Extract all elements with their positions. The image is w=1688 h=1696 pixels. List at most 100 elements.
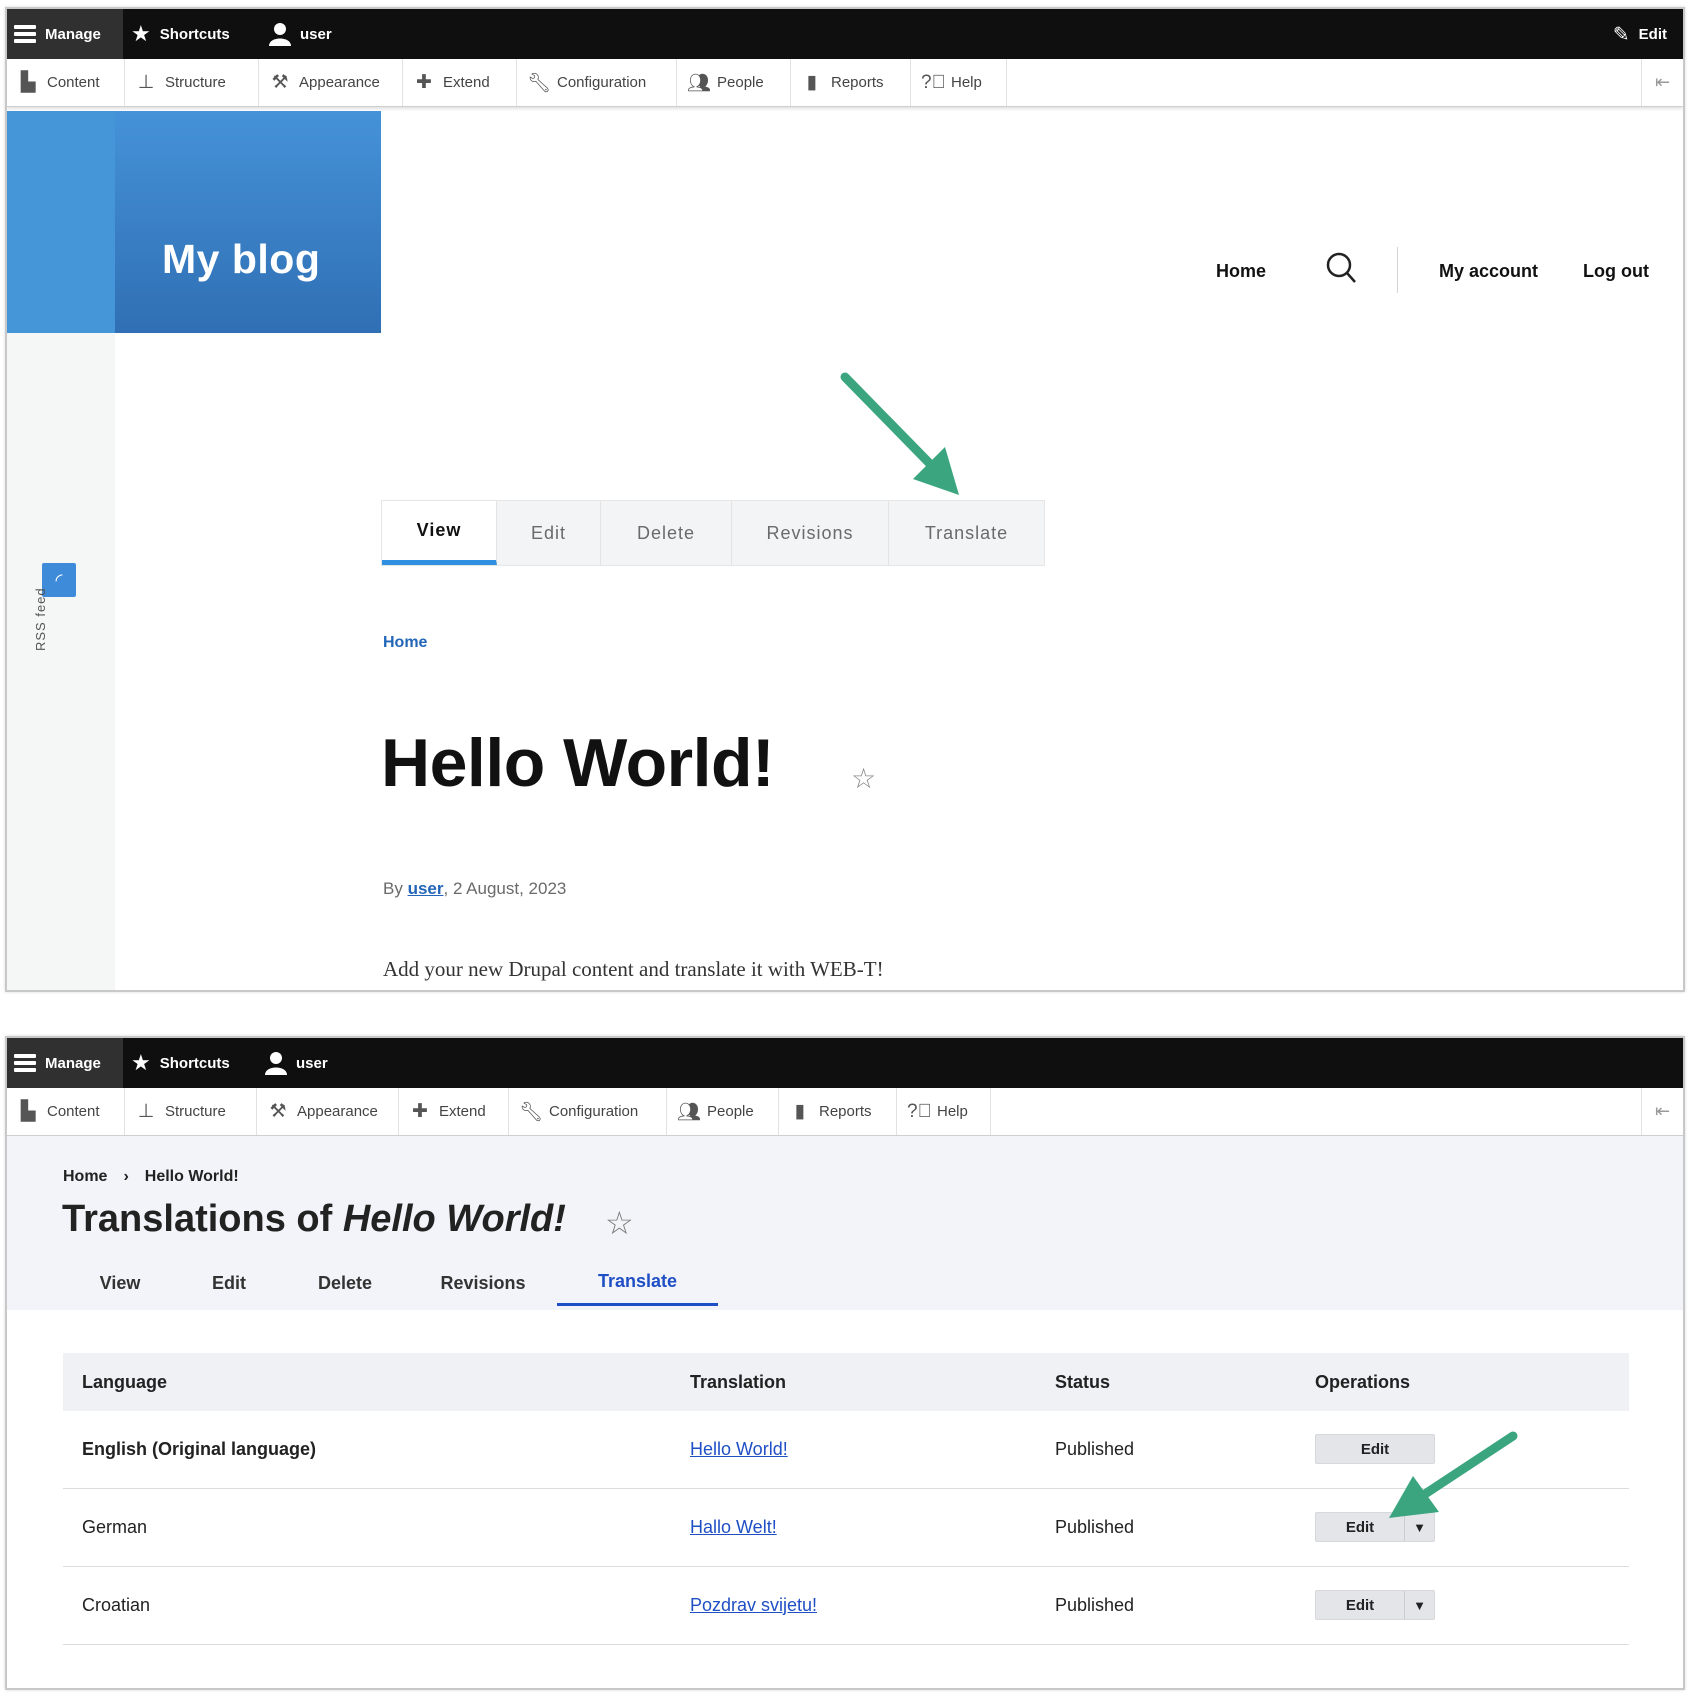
chevron-down-icon[interactable]: ▼: [1404, 1513, 1434, 1541]
site-branding[interactable]: My blog: [115, 111, 381, 333]
breadcrumb[interactable]: Home: [383, 634, 427, 652]
sitemap-icon: ⊥: [137, 72, 155, 93]
breadcrumb-separator: ›: [123, 1168, 129, 1185]
tab-delete[interactable]: Delete: [281, 1260, 409, 1306]
tray-item-structure[interactable]: ⊥ Structure: [125, 1088, 257, 1135]
tray-item-structure[interactable]: ⊥ Structure: [125, 59, 259, 106]
tray-collapse-icon[interactable]: ⇤: [1641, 59, 1683, 106]
left-rail: ◜ RSS feed: [7, 111, 115, 990]
breadcrumb-node[interactable]: Hello World!: [145, 1168, 239, 1186]
paintbrush-icon: ⚒: [269, 1101, 287, 1122]
tab-edit[interactable]: Edit: [497, 501, 601, 565]
admin-toolbar: Manage ★ Shortcuts user ✎ Edit: [7, 9, 1683, 59]
star-icon: ★: [131, 1050, 151, 1075]
tray-item-help[interactable]: ?⃝ Help: [911, 59, 1007, 106]
bar-chart-icon: ▮: [794, 1101, 806, 1122]
tray-item-appearance[interactable]: ⚒ Appearance: [257, 1088, 399, 1135]
tray-item-people[interactable]: 👥︎ People: [677, 59, 791, 106]
tab-view[interactable]: View: [63, 1260, 177, 1306]
nav-log-out-link[interactable]: Log out: [1583, 261, 1649, 282]
node-tabs: View Edit Delete Revisions Translate: [63, 1260, 718, 1306]
tray-item-help[interactable]: ?⃝ Help: [897, 1088, 991, 1135]
edit-button[interactable]: Edit: [1316, 1597, 1404, 1614]
site-name[interactable]: My blog: [162, 236, 320, 283]
translation-link[interactable]: Hello World!: [690, 1439, 788, 1459]
edit-dropbutton[interactable]: Edit ▼: [1315, 1590, 1435, 1620]
tab-translate[interactable]: Translate: [889, 501, 1044, 565]
chevron-down-icon[interactable]: ▼: [1404, 1591, 1434, 1619]
user-icon: [269, 23, 291, 46]
status-cell: Published: [1036, 1566, 1296, 1645]
manage-button[interactable]: Manage: [7, 9, 123, 59]
table-header-row: Language Translation Status Operations: [63, 1353, 1629, 1411]
star-icon: ★: [131, 21, 151, 46]
nav-home-link[interactable]: Home: [1216, 261, 1266, 282]
user-button[interactable]: user: [265, 1038, 328, 1088]
edit-button[interactable]: Edit: [1315, 1434, 1435, 1465]
hamburger-icon: [14, 1051, 36, 1075]
language-cell: German: [63, 1488, 671, 1567]
tab-view[interactable]: View: [382, 501, 497, 565]
shortcuts-button[interactable]: ★ Shortcuts: [131, 1038, 230, 1088]
help-icon: ?⃝: [907, 1100, 932, 1122]
breadcrumb-home[interactable]: Home: [63, 1168, 107, 1186]
table-row: German Hallo Welt! Published Edit ▼: [63, 1488, 1629, 1567]
puzzle-icon: ✚: [416, 72, 432, 93]
status-cell: Published: [1036, 1411, 1296, 1489]
table-row: English (Original language) Hello World!…: [63, 1411, 1629, 1489]
translations-screenshot: Manage ★ Shortcuts user ▙ Content ⊥ Struct…: [5, 1036, 1685, 1690]
nav-my-account-link[interactable]: My account: [1439, 261, 1538, 282]
user-button[interactable]: user: [269, 9, 332, 59]
pencil-icon: ✎: [1612, 23, 1630, 46]
help-icon: ?⃝: [921, 71, 946, 93]
search-icon[interactable]: [1325, 251, 1357, 285]
column-header-operations: Operations: [1296, 1353, 1629, 1411]
rss-feed-label[interactable]: RSS feed: [33, 587, 48, 651]
translation-link[interactable]: Pozdrav svijetu!: [690, 1595, 817, 1615]
hamburger-icon: [14, 22, 36, 46]
paintbrush-icon: ⚒: [271, 72, 289, 93]
tab-edit[interactable]: Edit: [177, 1260, 281, 1306]
node-tabs: View Edit Delete Revisions Translate: [381, 500, 1045, 566]
edit-button[interactable]: Edit: [1316, 1519, 1404, 1536]
tab-revisions[interactable]: Revisions: [409, 1260, 557, 1306]
translation-link[interactable]: Hallo Welt!: [690, 1517, 777, 1537]
tray-item-reports[interactable]: ▮ Reports: [779, 1088, 897, 1135]
favorite-star-icon[interactable]: ☆: [605, 1204, 634, 1242]
tray-collapse-icon[interactable]: ⇤: [1641, 1088, 1683, 1135]
tray-item-people[interactable]: 👥︎ People: [667, 1088, 779, 1135]
tray-item-configuration[interactable]: 🔧︎ Configuration: [517, 59, 677, 106]
translations-table: Language Translation Status Operations E…: [63, 1353, 1629, 1645]
tray-item-content[interactable]: ▙ Content: [7, 59, 125, 106]
column-header-language: Language: [63, 1353, 671, 1411]
language-cell: English (Original language): [63, 1411, 671, 1489]
edit-mode-button[interactable]: ✎ Edit: [1613, 9, 1667, 59]
breadcrumb: Home › Hello World!: [63, 1168, 239, 1186]
admin-tray: ▙ Content ⊥ Structure ⚒ Appearance ✚ Extend …: [7, 1088, 1683, 1136]
people-icon: 👥︎: [687, 72, 712, 94]
author-link[interactable]: user: [408, 879, 444, 898]
tab-translate[interactable]: Translate: [557, 1260, 718, 1306]
bar-chart-icon: ▮: [806, 72, 818, 93]
tray-item-appearance[interactable]: ⚒ Appearance: [259, 59, 403, 106]
language-cell: Croatian: [63, 1566, 671, 1645]
user-icon: [265, 1052, 287, 1075]
tray-item-reports[interactable]: ▮ Reports: [791, 59, 911, 106]
admin-toolbar: Manage ★ Shortcuts user: [7, 1038, 1683, 1088]
edit-dropbutton[interactable]: Edit ▼: [1315, 1512, 1435, 1542]
node-body: Add your new Drupal content and translat…: [383, 957, 884, 981]
page-title: Translations of Hello World!: [62, 1198, 566, 1240]
tab-revisions[interactable]: Revisions: [732, 501, 889, 565]
admin-tray: ▙ Content ⊥ Structure ⚒ Appearance ✚ Extend …: [7, 59, 1683, 107]
shortcuts-button[interactable]: ★ Shortcuts: [131, 9, 230, 59]
tray-item-extend[interactable]: ✚ Extend: [399, 1088, 509, 1135]
favorite-star-icon[interactable]: ☆: [851, 762, 876, 795]
submitted-meta: By user, 2 August, 2023: [383, 879, 567, 898]
page-title: Hello World!: [381, 725, 775, 801]
tray-item-configuration[interactable]: 🔧︎ Configuration: [509, 1088, 667, 1135]
tray-item-extend[interactable]: ✚ Extend: [403, 59, 517, 106]
tab-delete[interactable]: Delete: [601, 501, 732, 565]
tray-item-content[interactable]: ▙ Content: [7, 1088, 125, 1135]
manage-button[interactable]: Manage: [7, 1038, 123, 1088]
status-cell: Published: [1036, 1488, 1296, 1567]
